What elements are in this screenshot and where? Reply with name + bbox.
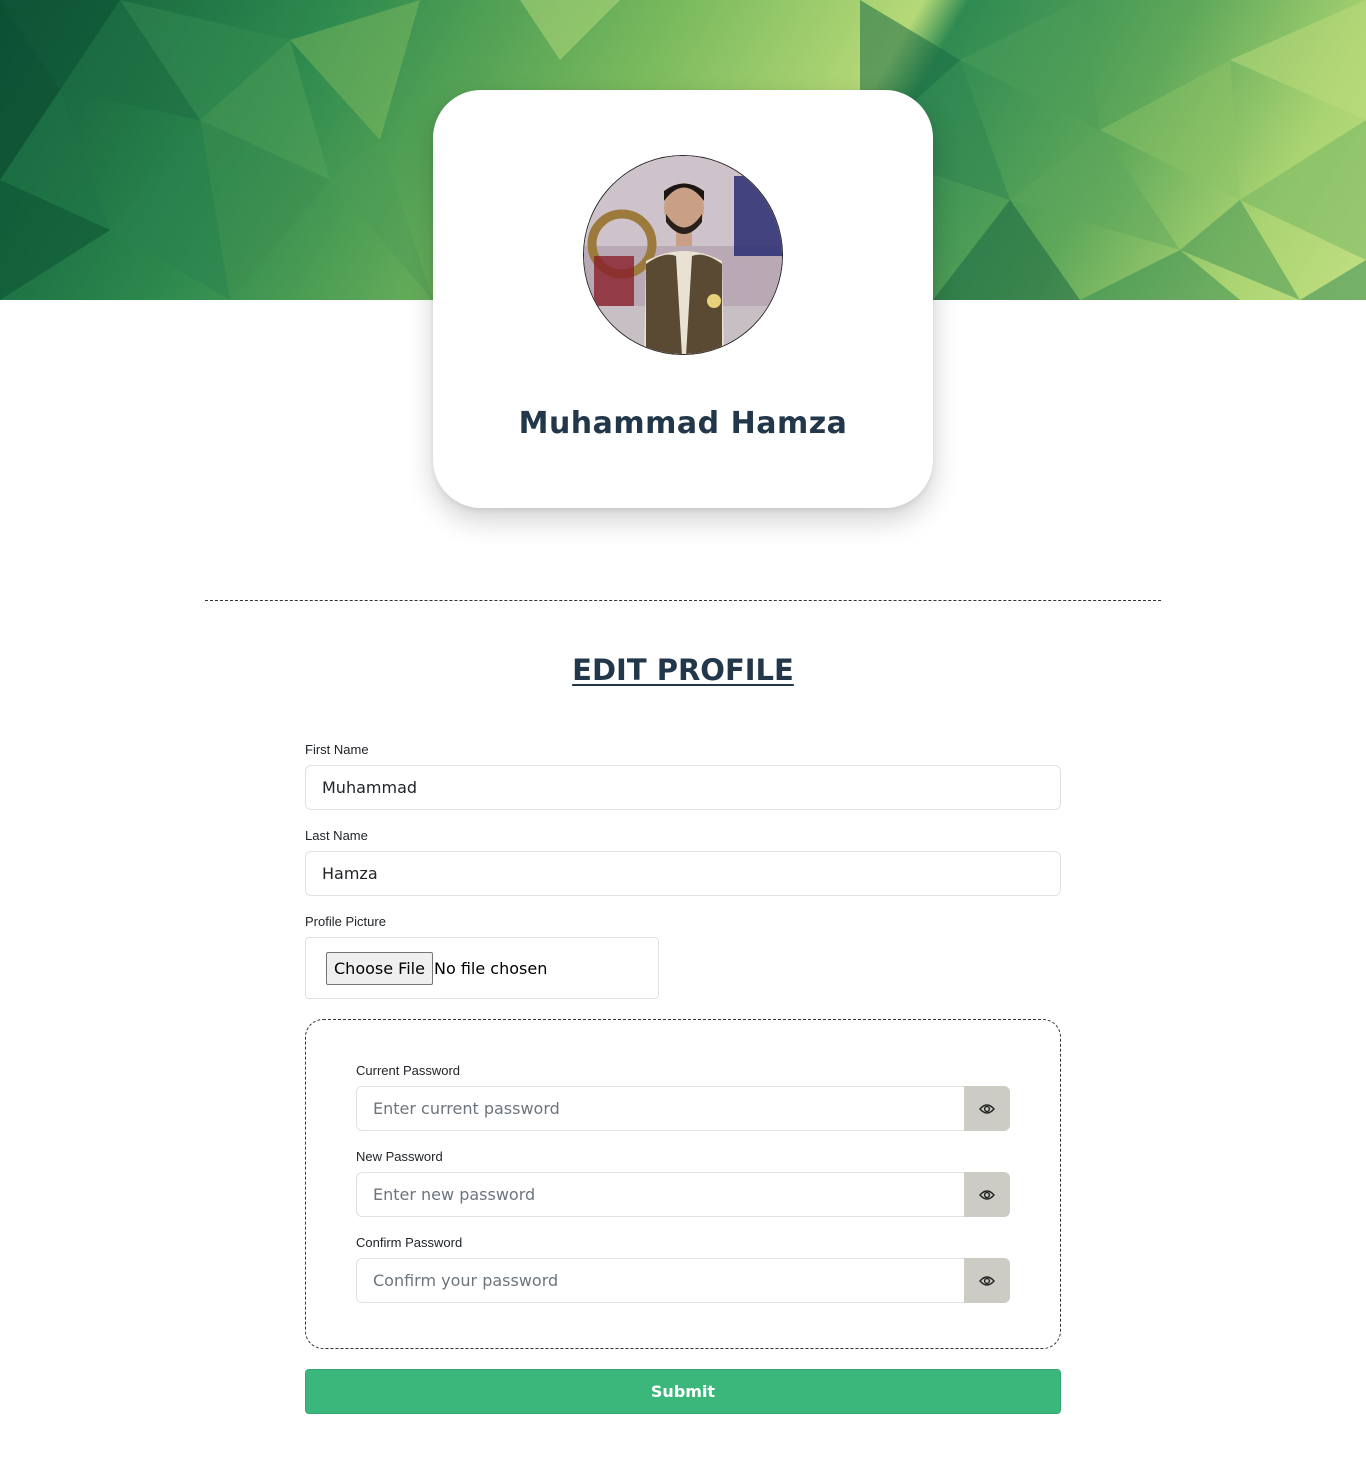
new-password-label: New Password — [356, 1149, 443, 1164]
choose-file-button[interactable]: Choose File — [326, 952, 433, 985]
first-name-label: First Name — [305, 742, 369, 757]
confirm-password-label: Confirm Password — [356, 1235, 463, 1250]
profile-picture-input[interactable]: Choose File No file chosen — [305, 937, 659, 999]
profile-picture-label: Profile Picture — [305, 914, 386, 929]
profile-card: Muhammad Hamza — [433, 90, 933, 508]
first-name-input[interactable] — [305, 765, 1061, 810]
section-divider — [205, 600, 1161, 601]
current-password-input[interactable] — [356, 1086, 966, 1131]
toggle-current-password-button[interactable] — [964, 1086, 1010, 1131]
toggle-new-password-button[interactable] — [964, 1172, 1010, 1217]
profile-display-name: Muhammad Hamza — [518, 406, 848, 441]
eye-icon — [979, 1275, 995, 1286]
eye-icon — [979, 1103, 995, 1114]
avatar-photo — [584, 156, 782, 354]
current-password-label: Current Password — [356, 1063, 461, 1078]
eye-icon — [979, 1189, 995, 1200]
submit-button[interactable]: Submit — [305, 1369, 1061, 1414]
confirm-password-input[interactable] — [356, 1258, 966, 1303]
new-password-input[interactable] — [356, 1172, 966, 1217]
avatar — [583, 155, 783, 355]
last-name-input[interactable] — [305, 851, 1061, 896]
last-name-label: Last Name — [305, 828, 368, 843]
file-status-text: No file chosen — [434, 959, 548, 978]
page-title: EDIT PROFILE — [572, 653, 794, 687]
toggle-confirm-password-button[interactable] — [964, 1258, 1010, 1303]
